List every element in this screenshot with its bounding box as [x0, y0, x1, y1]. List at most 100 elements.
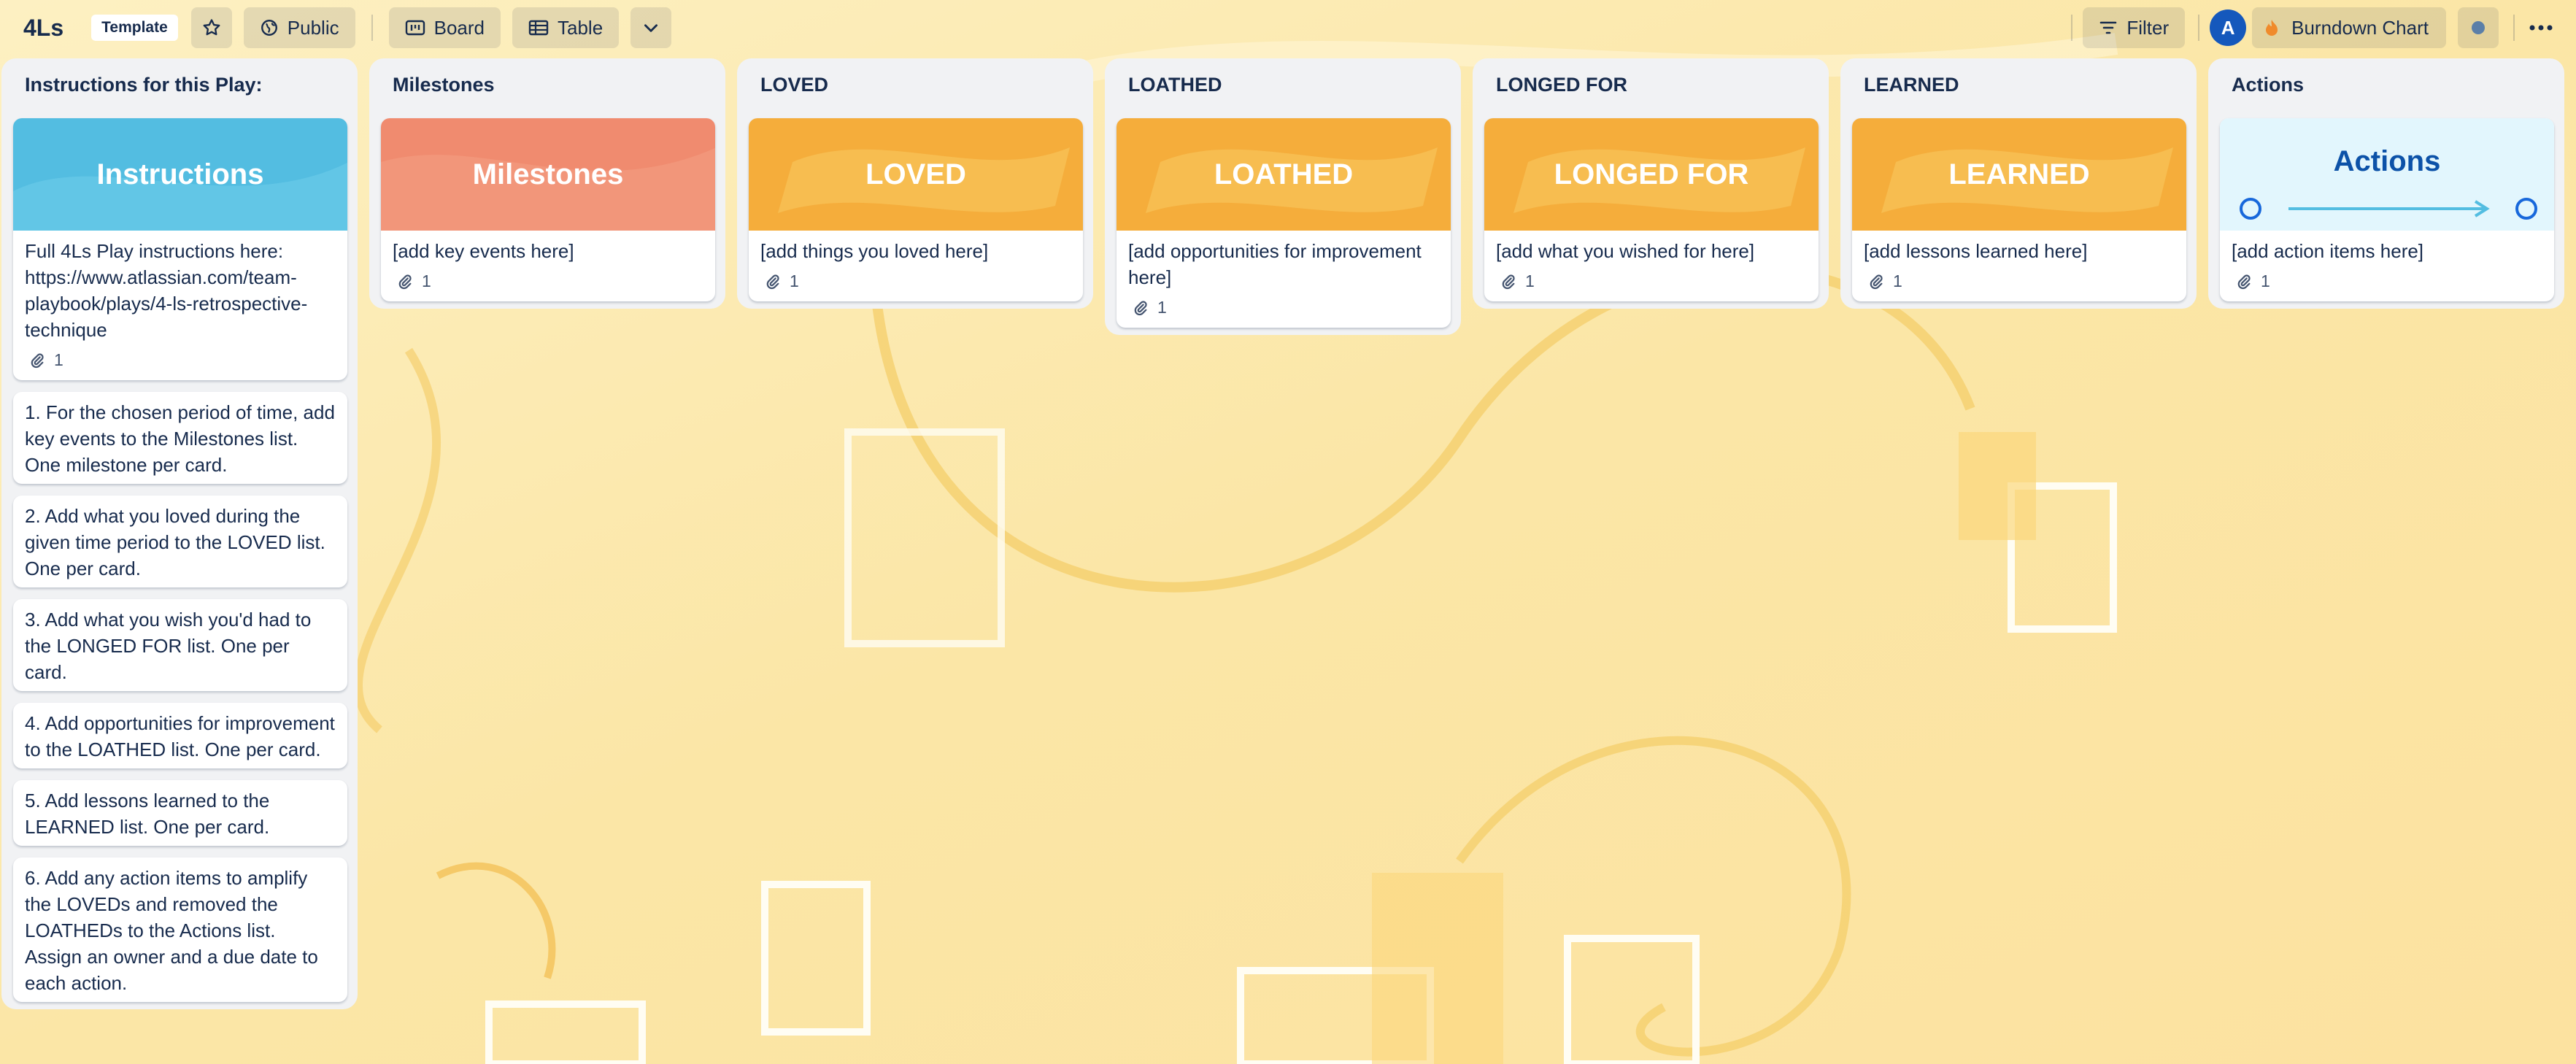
list-title[interactable]: Instructions for this Play: — [13, 58, 347, 107]
board-title[interactable]: 4Ls — [23, 15, 63, 42]
burndown-chart-powerup-button[interactable]: Burndown Chart — [2252, 7, 2446, 48]
attachment-badge: 1 — [381, 270, 715, 301]
card-cover: LOATHED — [1117, 118, 1451, 231]
filter-button[interactable]: Filter — [2083, 7, 2186, 48]
card-cover: LONGED FOR — [1484, 118, 1819, 231]
card-step-3[interactable]: 3. Add what you wish you'd had to the LO… — [13, 599, 347, 691]
paperclip-icon — [1870, 274, 1883, 289]
attachment-count: 1 — [422, 271, 431, 290]
attachment-count: 1 — [790, 271, 799, 290]
attachment-badge: 1 — [1852, 270, 2186, 301]
status-dot-icon — [2472, 21, 2485, 34]
card-step-5[interactable]: 5. Add lessons learned to the LEARNED li… — [13, 780, 347, 846]
attachment-badge: 1 — [1117, 296, 1451, 328]
list-title[interactable]: Actions — [2220, 58, 2554, 107]
views-dropdown-button[interactable] — [630, 7, 672, 48]
card-actions[interactable]: Actions [add action items here] 1 — [2220, 118, 2554, 301]
globe-icon — [261, 20, 277, 36]
card-cover: Instructions — [13, 118, 347, 231]
card-text: 5. Add lessons learned to the LEARNED li… — [25, 790, 270, 838]
board-header: 4Ls Template Public Board Table Filter A… — [0, 0, 2576, 55]
list-loved: LOVED LOVED [add things you loved here] … — [737, 58, 1093, 309]
cover-label: LONGED FOR — [1554, 158, 1749, 190]
table-view-tab[interactable]: Table — [512, 7, 620, 48]
card-step-1[interactable]: 1. For the chosen period of time, add ke… — [13, 392, 347, 484]
cover-label: LOATHED — [1214, 158, 1354, 190]
list-learned: LEARNED LEARNED [add lessons learned her… — [1840, 58, 2197, 309]
card-text: 2. Add what you loved during the given t… — [25, 505, 325, 579]
filter-icon — [2100, 21, 2117, 34]
board-view-tab[interactable]: Board — [388, 7, 501, 48]
paperclip-icon — [31, 352, 44, 368]
burndown-chart-label: Burndown Chart — [2291, 16, 2429, 39]
card-text: [add things you loved here] — [760, 240, 989, 262]
attachment-count: 1 — [1893, 271, 1902, 290]
cover-label: Instructions — [96, 158, 264, 190]
attachment-badge: 1 — [1484, 270, 1819, 301]
card-text: [add action items here] — [2232, 240, 2424, 262]
list-title[interactable]: LONGED FOR — [1484, 58, 1819, 107]
card-step-4[interactable]: 4. Add opportunities for improvement to … — [13, 703, 347, 768]
card-step-6[interactable]: 6. Add any action items to amplify the L… — [13, 857, 347, 1002]
card-text: 6. Add any action items to amplify the L… — [25, 867, 318, 994]
card-text: [add lessons learned here] — [1864, 240, 2088, 262]
card-loathed[interactable]: LOATHED [add opportunities for improveme… — [1117, 118, 1451, 328]
star-button[interactable] — [190, 7, 232, 48]
table-view-label: Table — [558, 16, 603, 39]
filter-label: Filter — [2126, 16, 2170, 39]
cover-label: Milestones — [472, 158, 624, 190]
attachment-badge: 1 — [749, 270, 1083, 301]
attachment-count: 1 — [54, 350, 63, 369]
toolbar-divider — [2198, 15, 2200, 41]
list-milestones: Milestones Milestones [add key events he… — [369, 58, 725, 309]
card-cover: LOVED — [749, 118, 1083, 231]
visibility-button[interactable]: Public — [243, 7, 355, 48]
card-cover: Milestones — [381, 118, 715, 231]
board-menu-button[interactable] — [2521, 7, 2561, 48]
card-text: [add key events here] — [393, 240, 574, 262]
card-cover: LEARNED — [1852, 118, 2186, 231]
list-title[interactable]: LOATHED — [1117, 58, 1451, 107]
card-loved[interactable]: LOVED [add things you loved here] 1 — [749, 118, 1083, 301]
avatar[interactable]: A — [2210, 9, 2247, 46]
list-longed-for: LONGED FOR LONGED FOR [add what you wish… — [1473, 58, 1829, 309]
list-instructions: Instructions for this Play: Instructions… — [1, 58, 358, 1009]
card-instructions-cover[interactable]: Instructions Full 4Ls Play instructions … — [13, 118, 347, 380]
board-icon — [405, 20, 425, 36]
card-learned[interactable]: LEARNED [add lessons learned here] 1 — [1852, 118, 2186, 301]
card-step-2[interactable]: 2. Add what you loved during the given t… — [13, 496, 347, 587]
paperclip-icon — [1502, 274, 1515, 289]
list-actions: Actions Actions [add action items here] … — [2208, 58, 2564, 309]
table-icon — [528, 20, 549, 36]
star-icon — [203, 19, 220, 36]
card-text: 1. For the chosen period of time, add ke… — [25, 401, 335, 476]
cover-label: LEARNED — [1948, 158, 2090, 190]
template-badge: Template — [91, 15, 178, 41]
card-longed-for[interactable]: LONGED FOR [add what you wished for here… — [1484, 118, 1819, 301]
list-loathed: LOATHED LOATHED [add opportunities for i… — [1105, 58, 1461, 335]
paperclip-icon — [766, 274, 779, 289]
cover-label: Actions — [2333, 144, 2441, 177]
chevron-down-icon — [644, 24, 658, 32]
attachment-count: 1 — [1525, 271, 1535, 290]
visibility-label: Public — [287, 16, 339, 39]
card-text: [add opportunities for improvement here] — [1128, 240, 1422, 288]
card-text: Full 4Ls Play instructions here: https:/… — [25, 240, 308, 341]
toolbar-divider — [2071, 15, 2073, 41]
paperclip-icon — [1134, 300, 1147, 315]
card-text: 3. Add what you wish you'd had to the LO… — [25, 609, 312, 683]
board-view-label: Board — [433, 16, 485, 39]
list-title[interactable]: LEARNED — [1852, 58, 2186, 107]
attachment-count: 1 — [2261, 271, 2270, 290]
attachment-badge: 1 — [13, 349, 347, 380]
attachment-badge: 1 — [2220, 270, 2554, 301]
card-milestones[interactable]: Milestones [add key events here] 1 — [381, 118, 715, 301]
list-title[interactable]: LOVED — [749, 58, 1083, 107]
card-cover: Actions — [2220, 118, 2554, 231]
powerup-status-button[interactable] — [2458, 7, 2499, 48]
cover-label: LOVED — [865, 158, 966, 190]
card-text: [add what you wished for here] — [1496, 240, 1755, 262]
list-title[interactable]: Milestones — [381, 58, 715, 107]
attachment-count: 1 — [1157, 298, 1167, 317]
ellipsis-icon — [2529, 25, 2553, 31]
